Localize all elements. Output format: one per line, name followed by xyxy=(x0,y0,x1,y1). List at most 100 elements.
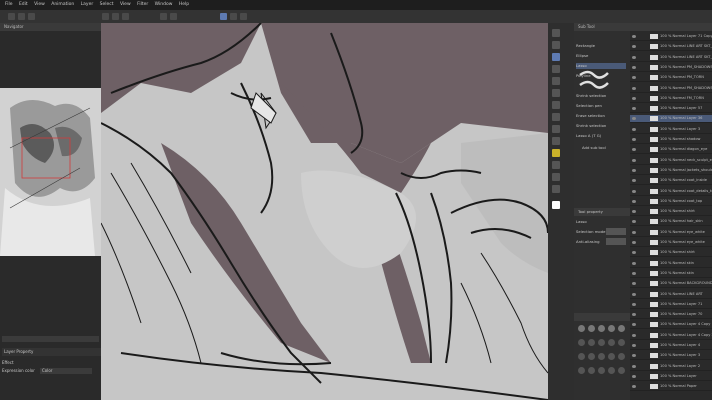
menu-filter[interactable]: Filter xyxy=(137,2,148,7)
clear-icon[interactable] xyxy=(122,13,129,20)
color-swatch[interactable] xyxy=(618,353,625,360)
color-swatch[interactable] xyxy=(608,339,615,346)
figure-tool-icon[interactable] xyxy=(552,173,560,181)
drawing-canvas[interactable] xyxy=(101,23,548,400)
layer-row[interactable]: 100 % Normal shadow xyxy=(630,136,712,144)
subtool-shrink-selection[interactable]: Shrink selection xyxy=(576,93,606,99)
text-tool-icon[interactable] xyxy=(552,185,560,193)
layer-row[interactable]: 100 % Normal Layer 36 xyxy=(630,115,712,124)
visibility-eye-icon[interactable] xyxy=(632,45,636,49)
visibility-eye-icon[interactable] xyxy=(632,261,636,265)
layer-row[interactable]: 100 % Normal Layer 2 xyxy=(630,363,712,371)
menu-view-2[interactable]: View xyxy=(120,2,131,7)
color-swatch[interactable] xyxy=(598,367,605,374)
layer-row[interactable]: 100 % Normal hair_skin xyxy=(630,218,712,227)
layer-row[interactable]: 100 % Normal Layer 4 Copy 2 xyxy=(630,332,712,340)
layer-row[interactable]: 100 % Normal shirt xyxy=(630,249,712,258)
layer-row[interactable]: 100 % Normal Layer 3 xyxy=(630,352,712,361)
layer-row[interactable]: 100 % Normal Layer 71 Copy xyxy=(630,33,712,41)
visibility-eye-icon[interactable] xyxy=(632,96,636,100)
visibility-eye-icon[interactable] xyxy=(632,344,636,347)
menu-layer[interactable]: Layer xyxy=(81,2,94,7)
layer-row[interactable]: 100 % Normal Layer 4 Copy xyxy=(630,321,712,330)
visibility-eye-icon[interactable] xyxy=(632,168,636,172)
menu-view[interactable]: View xyxy=(34,2,45,7)
visibility-eye-icon[interactable] xyxy=(632,65,636,69)
layer-row[interactable]: 100 % Normal skin xyxy=(630,270,712,278)
color-swatch[interactable] xyxy=(588,353,595,360)
expression-color-select[interactable]: Color xyxy=(40,368,92,374)
visibility-eye-icon[interactable] xyxy=(632,179,636,183)
color-swatch[interactable] xyxy=(588,325,595,332)
antialiasing-slider[interactable] xyxy=(606,238,626,245)
main-color-swatch[interactable] xyxy=(552,201,560,209)
subtool-erase-selection[interactable]: Erase selection xyxy=(576,113,605,119)
layer-row[interactable]: 100 % Normal Layer 3 xyxy=(630,126,712,134)
visibility-eye-icon[interactable] xyxy=(632,385,636,389)
layer-row[interactable]: 100 % Normal PM_SHADOWS xyxy=(630,85,712,93)
visibility-eye-icon[interactable] xyxy=(632,220,636,224)
visibility-eye-icon[interactable] xyxy=(632,189,636,193)
menu-animation[interactable]: Animation xyxy=(51,2,74,7)
layer-row[interactable]: 100 % Normal skin xyxy=(630,260,712,268)
visibility-eye-icon[interactable] xyxy=(632,374,636,378)
visibility-eye-icon[interactable] xyxy=(632,333,636,337)
visibility-eye-icon[interactable] xyxy=(632,282,636,286)
menu-select[interactable]: Select xyxy=(100,2,114,7)
eyedropper-tool-icon[interactable] xyxy=(552,77,560,85)
layer-row[interactable]: 100 % Normal neck_sculpt_ear_skin xyxy=(630,157,712,165)
visibility-eye-icon[interactable] xyxy=(632,210,636,214)
layer-row[interactable]: 100 % Normal LINE ART SKT_PM_PM_4 xyxy=(630,54,712,62)
color-swatch[interactable] xyxy=(608,325,615,332)
visibility-eye-icon[interactable] xyxy=(632,230,636,234)
color-swatch[interactable] xyxy=(578,339,585,346)
visibility-eye-icon[interactable] xyxy=(632,302,636,306)
visibility-eye-icon[interactable] xyxy=(632,35,636,38)
redo-icon[interactable] xyxy=(112,13,119,20)
color-swatch[interactable] xyxy=(578,325,585,332)
layer-row[interactable]: 100 % Normal jackets_shoulder_skin_detai… xyxy=(630,167,712,175)
color-swatch[interactable] xyxy=(618,339,625,346)
layer-row[interactable]: 100 % Normal LINE ART xyxy=(630,291,712,299)
color-swatch[interactable] xyxy=(578,367,585,374)
visibility-eye-icon[interactable] xyxy=(632,158,636,162)
visibility-eye-icon[interactable] xyxy=(632,364,636,368)
layer-row[interactable]: 100 % Normal BACKGROUND xyxy=(630,280,712,289)
visibility-eye-icon[interactable] xyxy=(632,86,636,90)
visibility-eye-icon[interactable] xyxy=(632,76,636,80)
layer-row[interactable]: 100 % Normal Layer 57 xyxy=(630,105,712,114)
menu-edit[interactable]: Edit xyxy=(19,2,28,7)
layer-row[interactable]: 100 % Normal FM_TORN xyxy=(630,95,712,103)
auto-select-tool-icon[interactable] xyxy=(552,65,560,73)
visibility-eye-icon[interactable] xyxy=(632,138,636,141)
undo-icon[interactable] xyxy=(102,13,109,20)
color-swatch[interactable] xyxy=(608,367,615,374)
grid-icon[interactable] xyxy=(240,13,247,20)
visibility-eye-icon[interactable] xyxy=(632,271,636,275)
layer-row[interactable]: 100 % Normal Layer 70 xyxy=(630,311,712,320)
move-tool-icon[interactable] xyxy=(552,41,560,49)
layer-row[interactable]: 100 % Normal PM_SHADOWS xyxy=(630,64,712,72)
selection-tool-icon[interactable] xyxy=(552,53,560,61)
visibility-eye-icon[interactable] xyxy=(632,148,636,152)
transform-icon[interactable] xyxy=(160,13,167,20)
visibility-eye-icon[interactable] xyxy=(632,251,636,255)
layer-row[interactable]: 100 % Normal eye_white xyxy=(630,239,712,247)
deselect-icon[interactable] xyxy=(170,13,177,20)
brush-tool-icon[interactable] xyxy=(552,113,560,121)
selection-mode-buttons[interactable] xyxy=(606,228,626,235)
subtool-lasso-a[interactable]: Lasso A (T G) xyxy=(576,133,601,139)
zoom-slider[interactable] xyxy=(2,336,99,342)
add-subtool-button[interactable]: Add sub tool xyxy=(582,145,606,151)
color-swatch[interactable] xyxy=(578,353,585,360)
save-icon[interactable] xyxy=(28,13,35,20)
layer-row[interactable]: 100 % Normal shirt xyxy=(630,208,712,217)
zoom-tool-icon[interactable] xyxy=(552,29,560,37)
color-swatch[interactable] xyxy=(588,367,595,374)
color-swatch[interactable] xyxy=(598,353,605,360)
subtool-rectangle[interactable]: Rectangle xyxy=(576,43,595,49)
layer-row[interactable]: 100 % Normal eye_white xyxy=(630,229,712,237)
color-swatch[interactable] xyxy=(598,325,605,332)
pen-tool-icon[interactable] xyxy=(552,89,560,97)
layer-row[interactable]: 100 % Normal coat_inside xyxy=(630,177,712,186)
